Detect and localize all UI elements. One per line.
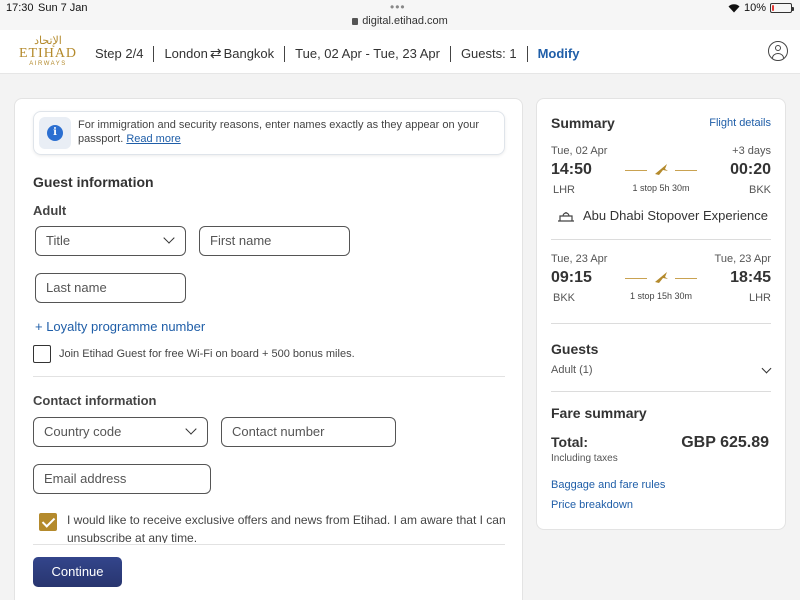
last-name-placeholder: Last name xyxy=(46,280,107,295)
outbound-arrive-time: 00:20 xyxy=(730,161,771,178)
stopover-label: Abu Dhabi Stopover Experience xyxy=(583,208,769,223)
chevron-down-icon[interactable] xyxy=(761,363,772,374)
inbound-arrive-time: 18:45 xyxy=(730,269,771,286)
outbound-date: Tue, 02 Apr xyxy=(551,145,608,157)
passport-notice: i For immigration and security reasons, … xyxy=(33,111,505,155)
profile-icon[interactable] xyxy=(768,41,788,61)
inbound-stops: 1 stop 15h 30m xyxy=(629,291,693,301)
last-name-field[interactable]: Last name xyxy=(35,273,186,303)
url-text: digital.etihad.com xyxy=(362,15,448,27)
price-breakdown-link[interactable]: Price breakdown xyxy=(551,499,633,511)
wifi-icon xyxy=(728,3,740,13)
first-name-placeholder: First name xyxy=(210,233,272,248)
outbound-days-offset: +3 days xyxy=(732,145,771,157)
inbound-from: BKK xyxy=(553,292,576,304)
inbound-depart-date: Tue, 23 Apr xyxy=(551,253,608,265)
summary-divider xyxy=(551,239,771,240)
email-field[interactable]: Email address xyxy=(33,464,211,494)
adult-subheading: Adult xyxy=(33,203,67,218)
continue-button[interactable]: Continue xyxy=(33,557,122,587)
summary-divider xyxy=(551,391,771,392)
status-time: 17:30 xyxy=(6,2,34,14)
status-date: Sun 7 Jan xyxy=(38,2,88,14)
email-placeholder: Email address xyxy=(44,471,127,486)
divider xyxy=(153,45,155,62)
etihad-logo[interactable]: الإتحاد ETIHAD AIRWAYS xyxy=(18,36,78,68)
first-name-field[interactable]: First name xyxy=(199,226,350,256)
stopover-experience: Abu Dhabi Stopover Experience xyxy=(557,208,768,223)
outbound-to: BKK xyxy=(748,184,771,196)
step-indicator: Step 2/4 xyxy=(95,46,144,61)
guest-info-heading: Guest information xyxy=(33,174,154,190)
round-trip-arrows-icon: ⇄ xyxy=(209,45,222,61)
join-etihad-guest-checkbox[interactable] xyxy=(33,345,51,363)
section-divider xyxy=(33,376,505,377)
modify-link[interactable]: Modify xyxy=(538,46,580,61)
address-bar[interactable]: digital.etihad.com xyxy=(0,15,800,27)
travel-dates: Tue, 02 Apr - Tue, 23 Apr xyxy=(295,46,440,61)
divider xyxy=(449,45,451,62)
battery-icon xyxy=(770,3,794,13)
offers-label: I would like to receive exclusive offers… xyxy=(67,513,506,543)
status-indicators: 10% xyxy=(728,2,794,14)
route-line xyxy=(625,170,647,171)
chevron-down-icon xyxy=(163,232,175,244)
contact-info-heading: Contact information xyxy=(33,393,157,408)
outbound-from: LHR xyxy=(553,184,576,196)
inbound-depart-time: 09:15 xyxy=(551,269,592,286)
title-placeholder: Title xyxy=(46,233,71,248)
country-code-select[interactable]: Country code xyxy=(33,417,208,447)
chevron-down-icon xyxy=(185,423,197,435)
plane-icon xyxy=(655,272,668,283)
summary-title: Summary xyxy=(551,115,615,131)
guests-value: Adult (1) xyxy=(551,364,593,376)
divider xyxy=(526,45,528,62)
logo-airways: AIRWAYS xyxy=(29,61,67,67)
logo-brand: ETIHAD xyxy=(18,46,78,61)
contact-number-placeholder: Contact number xyxy=(232,424,325,439)
baggage-rules-link[interactable]: Baggage and fare rules xyxy=(551,479,665,491)
battery-percentage: 10% xyxy=(743,2,766,14)
join-etihad-guest-label: Join Etihad Guest for free Wi-Fi on boar… xyxy=(59,348,355,360)
guests-title: Guests xyxy=(551,341,599,357)
fare-summary-title: Fare summary xyxy=(551,405,647,421)
section-divider xyxy=(33,544,505,545)
divider xyxy=(284,45,286,62)
site-header: الإتحاد ETIHAD AIRWAYS Step 2/4 London ⇄… xyxy=(0,30,800,74)
inbound-arrive-date: Tue, 23 Apr xyxy=(714,253,771,265)
browser-menu-dots-icon[interactable]: ••• xyxy=(390,0,406,14)
origin-city: London xyxy=(164,46,208,61)
offers-checkbox[interactable] xyxy=(39,513,57,531)
destination-city: Bangkok xyxy=(223,46,275,61)
summary-divider xyxy=(551,323,771,324)
mosque-icon xyxy=(558,211,574,222)
outbound-depart-time: 14:50 xyxy=(551,161,592,178)
guest-form-card: i For immigration and security reasons, … xyxy=(14,98,523,600)
route-line xyxy=(675,278,697,279)
outbound-stops: 1 stop 5h 30m xyxy=(632,183,690,193)
contact-number-field[interactable]: Contact number xyxy=(221,417,396,447)
route-line xyxy=(675,170,697,171)
title-select[interactable]: Title xyxy=(35,226,186,256)
taxes-note: Including taxes xyxy=(551,453,618,464)
read-more-link[interactable]: Read more xyxy=(126,133,180,145)
total-amount: GBP 625.89 xyxy=(681,434,769,451)
country-code-placeholder: Country code xyxy=(44,424,122,439)
inbound-to: LHR xyxy=(748,292,771,304)
notice-text: For immigration and security reasons, en… xyxy=(78,118,498,146)
total-label: Total: xyxy=(551,434,589,450)
info-icon: i xyxy=(39,117,71,149)
flight-details-link[interactable]: Flight details xyxy=(709,117,771,129)
lock-icon xyxy=(352,18,359,25)
plane-icon xyxy=(655,164,668,175)
summary-card: Summary Flight details Tue, 02 Apr +3 da… xyxy=(536,98,786,530)
loyalty-number-link[interactable]: + Loyalty programme number xyxy=(35,319,205,334)
status-bar: 17:30 Sun 7 Jan ••• digital.etihad.com 1… xyxy=(0,0,800,30)
booking-breadcrumb: Step 2/4 London ⇄ Bangkok Tue, 02 Apr - … xyxy=(95,45,579,62)
guest-count: Guests: 1 xyxy=(460,46,517,61)
route-line xyxy=(625,278,647,279)
